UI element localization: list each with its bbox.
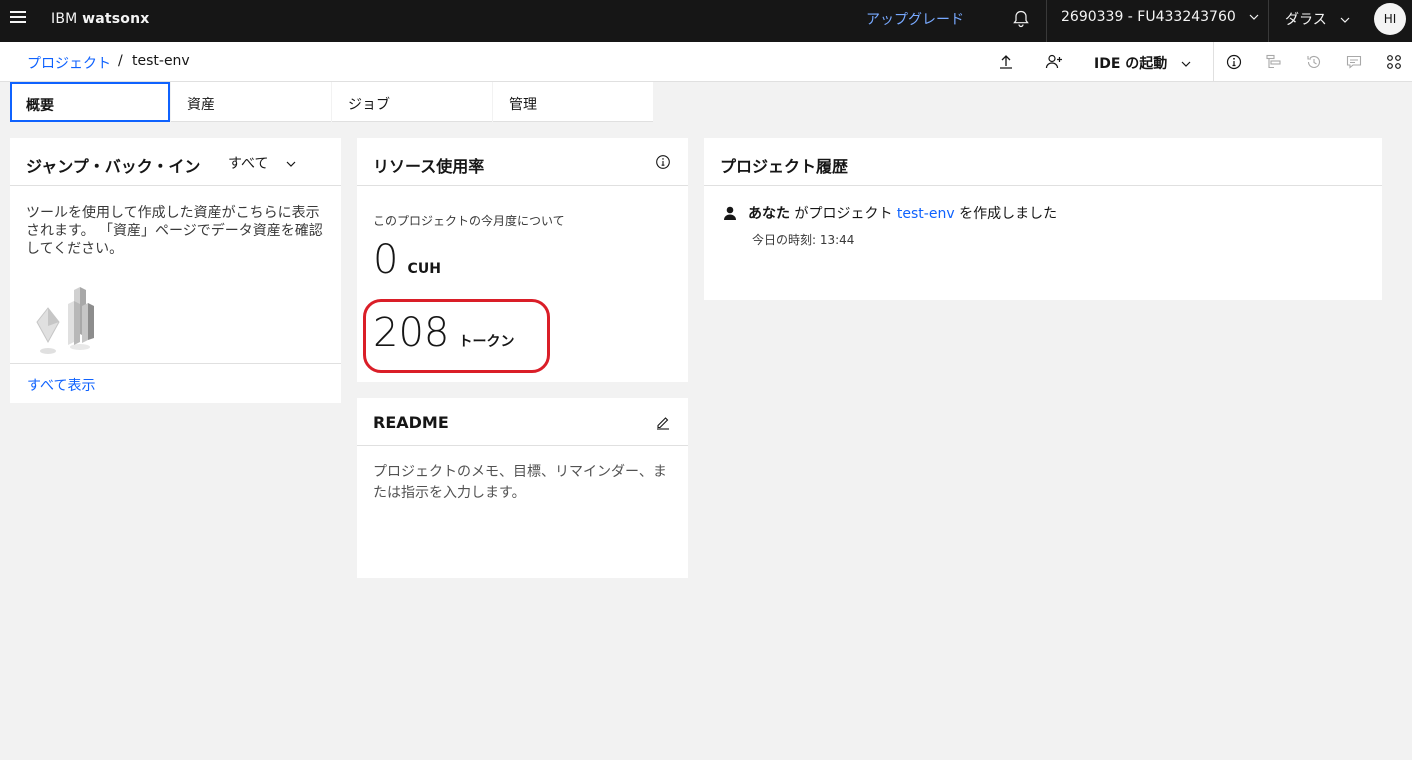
brand-name: watsonx xyxy=(82,11,150,27)
apps-icon[interactable] xyxy=(1384,52,1404,72)
token-usage: 208 トークン xyxy=(373,308,514,358)
upload-icon[interactable] xyxy=(996,52,1016,72)
header-divider xyxy=(1046,0,1047,42)
cuh-usage: 0 CUH xyxy=(373,236,441,284)
edit-icon[interactable] xyxy=(655,414,671,430)
task-hierarchy-icon[interactable] xyxy=(1264,52,1284,72)
info-icon[interactable] xyxy=(1224,52,1244,72)
history-actor: あなた xyxy=(748,206,790,222)
readme-text[interactable]: プロジェクトのメモ、目標、リマインダー、または指示を入力します。 xyxy=(373,462,673,504)
launch-ide-label: IDE の起動 xyxy=(1094,56,1168,72)
toolbar-divider xyxy=(1213,42,1214,82)
tab-manage[interactable]: 管理 xyxy=(493,82,653,122)
add-collaborator-icon[interactable] xyxy=(1044,52,1064,72)
account-switcher[interactable]: 2690339 - FU433243760 xyxy=(1061,9,1260,25)
region-label: ダラス xyxy=(1285,12,1327,28)
history-icon[interactable] xyxy=(1304,52,1324,72)
comment-icon[interactable] xyxy=(1344,52,1364,72)
launch-ide-button[interactable]: IDE の起動 xyxy=(1094,53,1192,73)
jump-back-in-description: ツールを使用して作成した資産がこちらに表示されます。 「資産」ページでデータ資産… xyxy=(26,205,323,257)
menu-icon[interactable] xyxy=(10,11,26,27)
top-header: IBM watsonx アップグレード 2690339 - FU43324376… xyxy=(0,0,1412,42)
history-timestamp: 今日の時刻: 13:44 xyxy=(752,233,855,247)
tab-overview[interactable]: 概要 xyxy=(10,82,170,122)
chevron-down-icon xyxy=(1249,14,1259,20)
history-project-link[interactable]: test-env xyxy=(897,206,955,222)
resource-usage-card: リソース使用率 このプロジェクトの今月度について 0 CUH 208 トークン xyxy=(357,138,688,382)
breadcrumb-separator: / xyxy=(118,53,123,69)
readme-title: README xyxy=(373,413,449,432)
upgrade-link[interactable]: アップグレード xyxy=(866,9,964,29)
project-history-card: プロジェクト履歴 あなた がプロジェクト test-env を作成しました 今日… xyxy=(704,138,1382,300)
filter-dropdown[interactable]: すべて xyxy=(228,153,297,173)
card-divider xyxy=(357,185,688,186)
card-divider xyxy=(10,363,341,364)
empty-assets-illustration xyxy=(36,287,94,354)
project-history-title: プロジェクト履歴 xyxy=(720,157,849,176)
cuh-value: 0 xyxy=(373,237,399,283)
info-icon[interactable] xyxy=(655,154,671,170)
tab-jobs[interactable]: ジョブ xyxy=(332,82,492,122)
region-switcher[interactable]: ダラス xyxy=(1285,9,1351,29)
history-action-end: を作成しました xyxy=(959,206,1058,222)
card-divider xyxy=(704,185,1382,186)
token-value: 208 xyxy=(373,310,450,356)
chevron-down-icon xyxy=(1181,61,1191,67)
account-label: 2690339 - FU433243760 xyxy=(1061,9,1236,25)
usage-period: このプロジェクトの今月度について xyxy=(373,214,565,228)
breadcrumb-current: test-env xyxy=(132,53,190,69)
project-toolbar: プロジェクト / test-env IDE の起動 xyxy=(0,42,1412,82)
resource-usage-title: リソース使用率 xyxy=(373,157,485,176)
chevron-down-icon xyxy=(286,161,296,167)
user-icon xyxy=(724,206,736,220)
jump-back-in-title: ジャンプ・バック・イン xyxy=(26,157,201,176)
tab-assets[interactable]: 資産 xyxy=(171,82,331,122)
breadcrumb-projects[interactable]: プロジェクト xyxy=(27,53,111,73)
chevron-down-icon xyxy=(1340,17,1350,23)
header-divider xyxy=(1268,0,1269,42)
history-action: がプロジェクト xyxy=(794,206,893,222)
filter-label: すべて xyxy=(228,156,269,172)
notification-icon[interactable] xyxy=(1011,9,1031,29)
brand-prefix: IBM xyxy=(51,11,78,27)
user-avatar[interactable]: HI xyxy=(1374,3,1406,35)
product-brand[interactable]: IBM watsonx xyxy=(51,11,150,27)
card-divider xyxy=(357,445,688,446)
token-unit: トークン xyxy=(458,334,515,350)
cuh-unit: CUH xyxy=(407,261,441,277)
view-all-link[interactable]: すべて表示 xyxy=(27,375,95,395)
readme-card: README プロジェクトのメモ、目標、リマインダー、または指示を入力します。 xyxy=(357,398,688,578)
history-entry: あなた がプロジェクト test-env を作成しました xyxy=(748,203,1057,223)
jump-back-in-card: ジャンプ・バック・イン すべて ツールを使用して作成した資産がこちらに表示されま… xyxy=(10,138,341,403)
card-divider xyxy=(10,185,341,186)
